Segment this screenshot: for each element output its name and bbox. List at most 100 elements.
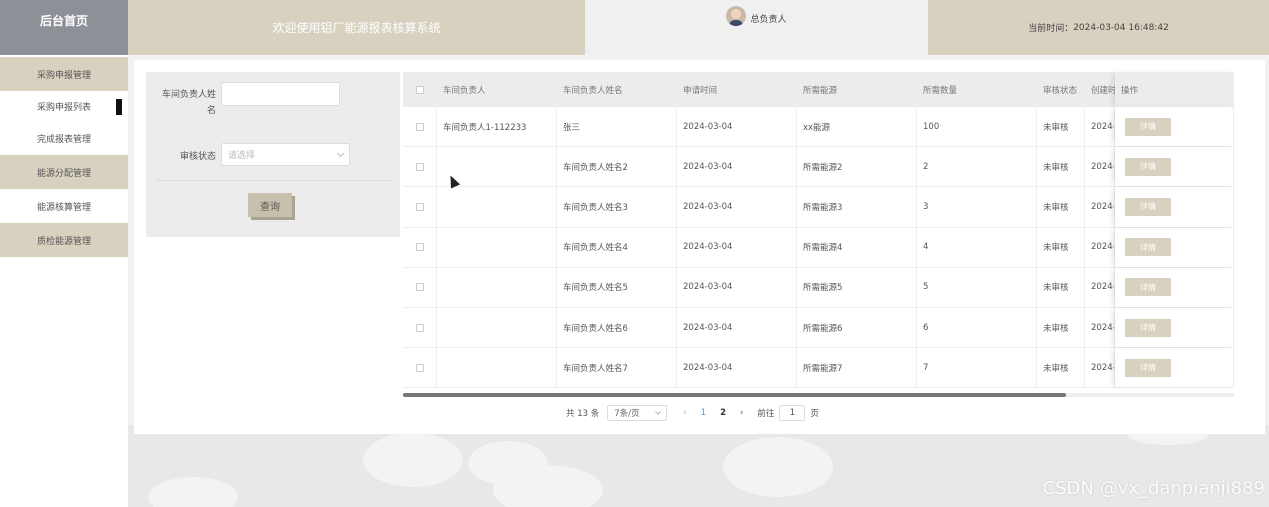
cell-energy: xx能源 — [797, 107, 917, 147]
bubble — [148, 477, 238, 507]
cell-actions: 详情 — [1115, 227, 1234, 267]
row-checkbox[interactable] — [415, 162, 424, 171]
sidebar-menu: 采购申报管理 采购申报列表 完成报表管理 能源分配管理 能源核算管理 质检能源管… — [0, 57, 128, 257]
cell-actions: 详情 — [1115, 348, 1234, 388]
page-2[interactable]: 2 — [720, 408, 726, 418]
table-header: 车间负责人 车间负责人姓名 申请时间 所需能源 所需数量 审核状态 创建时 操作 — [403, 72, 1234, 107]
cell-apply-date: 2024-03-04 — [677, 107, 797, 147]
cell-actions: 详情 — [1115, 147, 1234, 187]
row-checkbox[interactable] — [415, 283, 424, 292]
row-checkbox[interactable] — [415, 243, 424, 252]
row-checkbox-cell[interactable] — [403, 187, 437, 227]
sidebar-item-energy-allocation[interactable]: 能源分配管理 — [0, 155, 128, 189]
cell-energy: 所需能源5 — [797, 267, 917, 307]
goto-page-input[interactable]: 1 — [779, 405, 806, 421]
row-checkbox-cell[interactable] — [403, 107, 437, 147]
col-actions: 操作 — [1115, 72, 1234, 107]
row-checkbox-cell[interactable] — [403, 227, 437, 267]
detail-button[interactable]: 详情 — [1125, 157, 1171, 176]
main-area: 车间负责人姓名 审核状态 请选择 查询 车间负责人 车间负责人姓名 申请时间 所… — [128, 55, 1269, 507]
query-button[interactable]: 查询 — [248, 193, 292, 217]
status-select[interactable]: 请选择 — [221, 143, 350, 166]
cell-manager-name: 车间负责人姓名5 — [557, 267, 677, 307]
sidebar-logo[interactable]: 后台首页 — [0, 0, 128, 55]
row-checkbox-cell[interactable] — [403, 348, 437, 388]
user-name[interactable]: 总负责人 — [750, 12, 786, 55]
row-checkbox[interactable] — [415, 122, 424, 131]
next-page-button[interactable]: › — [740, 408, 743, 418]
sidebar-item-purchase-declaration[interactable]: 采购申报管理 — [0, 57, 128, 91]
col-status: 审核状态 — [1043, 85, 1078, 96]
content-card: 车间负责人姓名 审核状态 请选择 查询 车间负责人 车间负责人姓名 申请时间 所… — [134, 60, 1265, 434]
table-row: 车间负责人姓名22024-03-04所需能源22未审核2024-0 详情 — [403, 147, 1234, 188]
cell-apply-date: 2024-03-04 — [677, 348, 797, 388]
cell-actions: 详情 — [1115, 107, 1234, 147]
cell-created: 2024-0 — [1085, 187, 1115, 227]
cell-manager-name: 车间负责人姓名7 — [557, 348, 677, 388]
cell-status: 未审核 — [1037, 227, 1085, 267]
cell-actions: 详情 — [1115, 267, 1234, 307]
manager-name-label: 车间负责人姓名 — [161, 90, 216, 116]
cell-status: 未审核 — [1037, 107, 1085, 147]
cell-apply-date: 2024-03-04 — [677, 227, 797, 267]
cell-energy: 所需能源2 — [797, 147, 917, 187]
data-table: 车间负责人 车间负责人姓名 申请时间 所需能源 所需数量 审核状态 创建时 操作… — [403, 72, 1234, 389]
manager-name-input[interactable] — [221, 82, 340, 106]
user-info[interactable]: 总负责人 — [585, 0, 928, 55]
cell-actions: 详情 — [1115, 187, 1234, 227]
goto-label: 前往 — [757, 409, 775, 419]
page-size-select[interactable]: 7条/页 — [607, 405, 668, 421]
cell-energy: 所需能源6 — [797, 307, 917, 348]
detail-button[interactable]: 详情 — [1125, 318, 1171, 337]
detail-button[interactable]: 详情 — [1125, 358, 1171, 377]
sidebar-item-energy-accounting[interactable]: 能源核算管理 — [0, 189, 128, 223]
cell-quantity: 2 — [917, 147, 1037, 187]
cell-created: 2024-0 — [1085, 107, 1115, 147]
select-all-checkbox[interactable] — [416, 85, 424, 94]
col-energy: 所需能源 — [803, 85, 838, 96]
sidebar-item-report-management[interactable]: 完成报表管理 — [0, 121, 128, 155]
cell-energy: 所需能源7 — [797, 348, 917, 388]
prev-page-button[interactable]: ‹ — [683, 408, 686, 418]
col-manager-name: 车间负责人姓名 — [563, 85, 623, 96]
col-manager: 车间负责人 — [443, 85, 486, 96]
sidebar-item-purchase-list[interactable]: 采购申报列表 — [0, 91, 128, 121]
table-row: 车间负责人姓名32024-03-04所需能源33未审核2024-0 详情 — [403, 187, 1234, 228]
cell-quantity: 6 — [917, 307, 1037, 348]
cell-status: 未审核 — [1037, 147, 1085, 187]
detail-button[interactable]: 详情 — [1125, 278, 1171, 297]
row-checkbox[interactable] — [415, 363, 424, 372]
chevron-down-icon — [655, 409, 662, 415]
cell-manager — [437, 187, 557, 227]
page-1[interactable]: 1 — [701, 408, 706, 418]
system-title: 欢迎使用铝厂能源报表核算系统 — [128, 0, 585, 55]
time-value: 2024-03-04 16:48:42 — [1073, 22, 1169, 33]
detail-button[interactable]: 详情 — [1125, 238, 1171, 257]
detail-button[interactable]: 详情 — [1125, 197, 1171, 216]
goto-suffix: 页 — [810, 409, 819, 419]
avatar[interactable] — [726, 6, 747, 26]
cell-manager-name: 车间负责人姓名2 — [557, 147, 677, 187]
col-apply-date: 申请时间 — [683, 85, 718, 96]
bubble — [363, 433, 463, 487]
watermark: CSDN @vx_danpianji889 — [1042, 478, 1265, 499]
detail-button[interactable]: 详情 — [1125, 117, 1171, 136]
cell-apply-date: 2024-03-04 — [677, 187, 797, 227]
sidebar-item-quality-energy[interactable]: 质检能源管理 — [0, 223, 128, 257]
pagination: 共 13 条 7条/页 ‹ 1 2 › 前往 1 页 — [566, 403, 819, 423]
row-checkbox[interactable] — [415, 202, 424, 211]
row-checkbox[interactable] — [415, 323, 424, 332]
row-checkbox-cell[interactable] — [403, 307, 437, 348]
cell-quantity: 100 — [917, 107, 1037, 147]
status-placeholder: 请选择 — [228, 151, 256, 161]
row-checkbox-cell[interactable] — [403, 147, 437, 187]
row-checkbox-cell[interactable] — [403, 267, 437, 307]
scrollbar-thumb[interactable] — [403, 393, 1066, 397]
table-row: 车间负责人姓名52024-03-04所需能源55未审核2024-0 详情 — [403, 267, 1234, 308]
horizontal-scrollbar[interactable] — [403, 393, 1234, 397]
time-label: 当前时间： — [1028, 24, 1074, 34]
cell-apply-date: 2024-03-04 — [677, 147, 797, 187]
select-all-checkbox-cell[interactable] — [403, 72, 437, 107]
cell-manager-name: 车间负责人姓名6 — [557, 307, 677, 348]
cell-apply-date: 2024-03-04 — [677, 267, 797, 307]
